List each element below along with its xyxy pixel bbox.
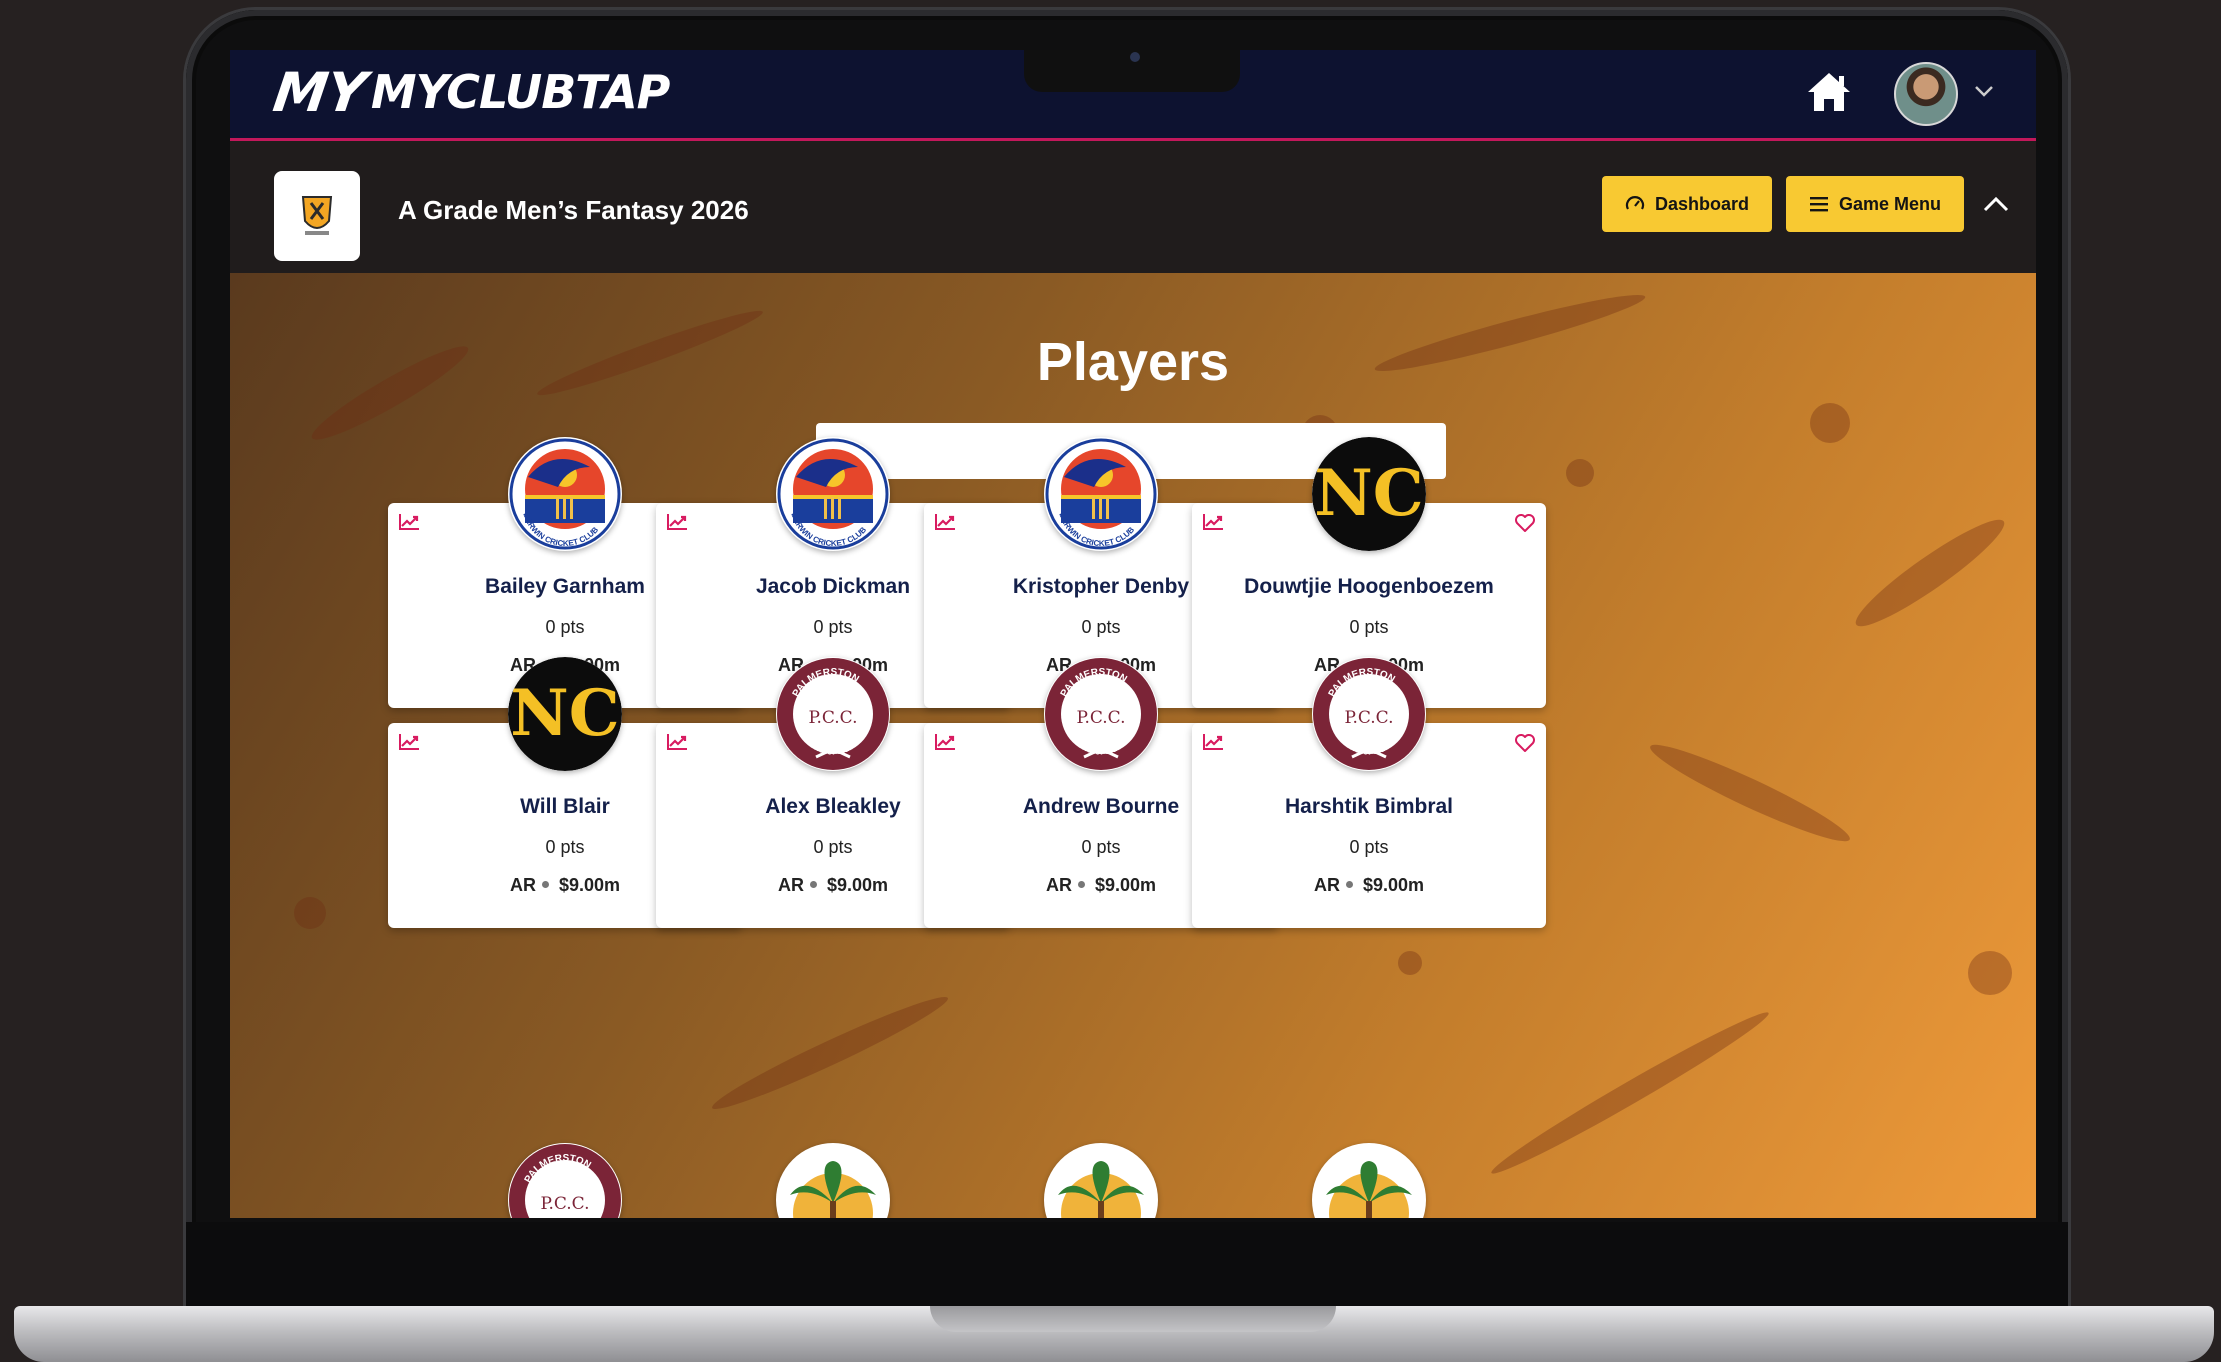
club-logo: PALMERSTON P.C.C. Cricket Club xyxy=(776,657,890,771)
stats-chart-icon[interactable] xyxy=(398,733,420,751)
separator-dot xyxy=(1077,881,1085,888)
webcam xyxy=(1130,52,1140,62)
separator-dot xyxy=(1345,881,1353,888)
club-logo: DARWIN CRICKET CLUB xyxy=(1044,437,1158,551)
club-logo: PALMERSTON P.C.C. Cricket Club xyxy=(1312,657,1426,771)
svg-text:NC: NC xyxy=(510,676,619,751)
home-icon[interactable] xyxy=(1806,70,1852,114)
nc-club-logo: NC xyxy=(508,657,622,771)
player-price: $9.00m xyxy=(1362,875,1425,895)
player-role: AR xyxy=(1045,875,1072,895)
league-title: A Grade Men’s Fantasy 2026 xyxy=(398,195,749,225)
player-role: AR xyxy=(509,875,536,895)
heart-icon[interactable] xyxy=(1514,513,1536,533)
player-price: $9.00m xyxy=(1094,875,1157,895)
stats-chart-icon[interactable] xyxy=(934,513,956,531)
game-menu-button[interactable]: Game Menu xyxy=(1786,176,1964,232)
laptop-opening-notch xyxy=(930,1306,1336,1332)
cricket-shield-icon xyxy=(301,196,333,235)
logo-mark: MY xyxy=(269,60,370,124)
game-menu-label: Game Menu xyxy=(1838,193,1942,214)
svg-text:P.C.C.: P.C.C. xyxy=(808,708,857,728)
user-avatar[interactable] xyxy=(1894,62,1958,126)
nc-club-logo: NC xyxy=(1312,437,1426,551)
palmerston-cricket-club-logo: PALMERSTON P.C.C. Cricket Club xyxy=(1313,658,1425,770)
chevron-down-icon[interactable] xyxy=(1974,84,1994,98)
darwin-cricket-club-logo: DARWIN CRICKET CLUB xyxy=(777,438,889,550)
club-logo: DARWIN CRICKET CLUB xyxy=(776,437,890,551)
darwin-cricket-club-logo: DARWIN CRICKET CLUB xyxy=(509,438,621,550)
separator-dot xyxy=(809,881,817,888)
palmerston-cricket-club-logo: PALMERSTON P.C.C. Cricket Club xyxy=(1045,658,1157,770)
player-name[interactable]: Harshtik Bimbral xyxy=(1192,795,1546,819)
player-role: AR xyxy=(777,875,804,895)
player-price: $9.00m xyxy=(558,875,621,895)
player-name[interactable]: Douwtjie Hoogenboezem xyxy=(1192,575,1546,599)
club-logo: DARWIN CRICKET CLUB xyxy=(508,437,622,551)
players-main: Players Bailey Garnham 0 pts AR$9.00m DA… xyxy=(230,273,2036,1218)
svg-text:NC: NC xyxy=(1314,456,1423,531)
hamburger-icon xyxy=(1809,197,1828,212)
league-bar: A Grade Men’s Fantasy 2026 Dashboard Gam… xyxy=(230,141,2036,273)
page-title: Players xyxy=(1036,332,1230,392)
logo-text: MYCLUBTAP xyxy=(370,65,671,119)
player-role: AR xyxy=(1313,875,1340,895)
svg-text:P.C.C.: P.C.C. xyxy=(1076,708,1125,728)
stats-chart-icon[interactable] xyxy=(934,733,956,751)
chevron-up-icon[interactable] xyxy=(1982,195,2010,213)
stats-chart-icon[interactable] xyxy=(398,513,420,531)
dashboard-button[interactable]: Dashboard xyxy=(1602,176,1772,232)
laptop-chin xyxy=(186,1222,2068,1306)
player-points: 0 pts xyxy=(1349,837,1389,857)
club-logo: PALMERSTON P.C.C. Cricket Club xyxy=(1044,657,1158,771)
separator-dot xyxy=(541,881,549,888)
palmerston-cricket-club-logo: PALMERSTON P.C.C. Cricket Club xyxy=(777,658,889,770)
stats-chart-icon[interactable] xyxy=(1202,733,1224,751)
club-logo: NC xyxy=(508,657,622,771)
stats-chart-icon[interactable] xyxy=(666,733,688,751)
player-meta: AR $9.00m xyxy=(1192,875,1546,896)
svg-text:P.C.C.: P.C.C. xyxy=(1344,708,1393,728)
heart-icon[interactable] xyxy=(1514,733,1536,753)
app-logo[interactable]: MY MYCLUBTAP xyxy=(270,61,671,124)
stats-chart-icon[interactable] xyxy=(1202,513,1224,531)
darwin-cricket-club-logo: DARWIN CRICKET CLUB xyxy=(1045,438,1157,550)
screen: MY MYCLUBTAP A Grade Men’s Fantasy 2026 xyxy=(230,50,2036,1218)
dashboard-label: Dashboard xyxy=(1654,193,1750,214)
svg-text:P.C.C.: P.C.C. xyxy=(540,1194,589,1214)
club-logo: NC xyxy=(1312,437,1426,551)
stats-chart-icon[interactable] xyxy=(666,513,688,531)
player-points: 0 pts xyxy=(1349,617,1389,637)
player-price: $9.00m xyxy=(826,875,889,895)
league-logo xyxy=(274,171,360,261)
dashboard-gauge-icon xyxy=(1625,196,1645,210)
